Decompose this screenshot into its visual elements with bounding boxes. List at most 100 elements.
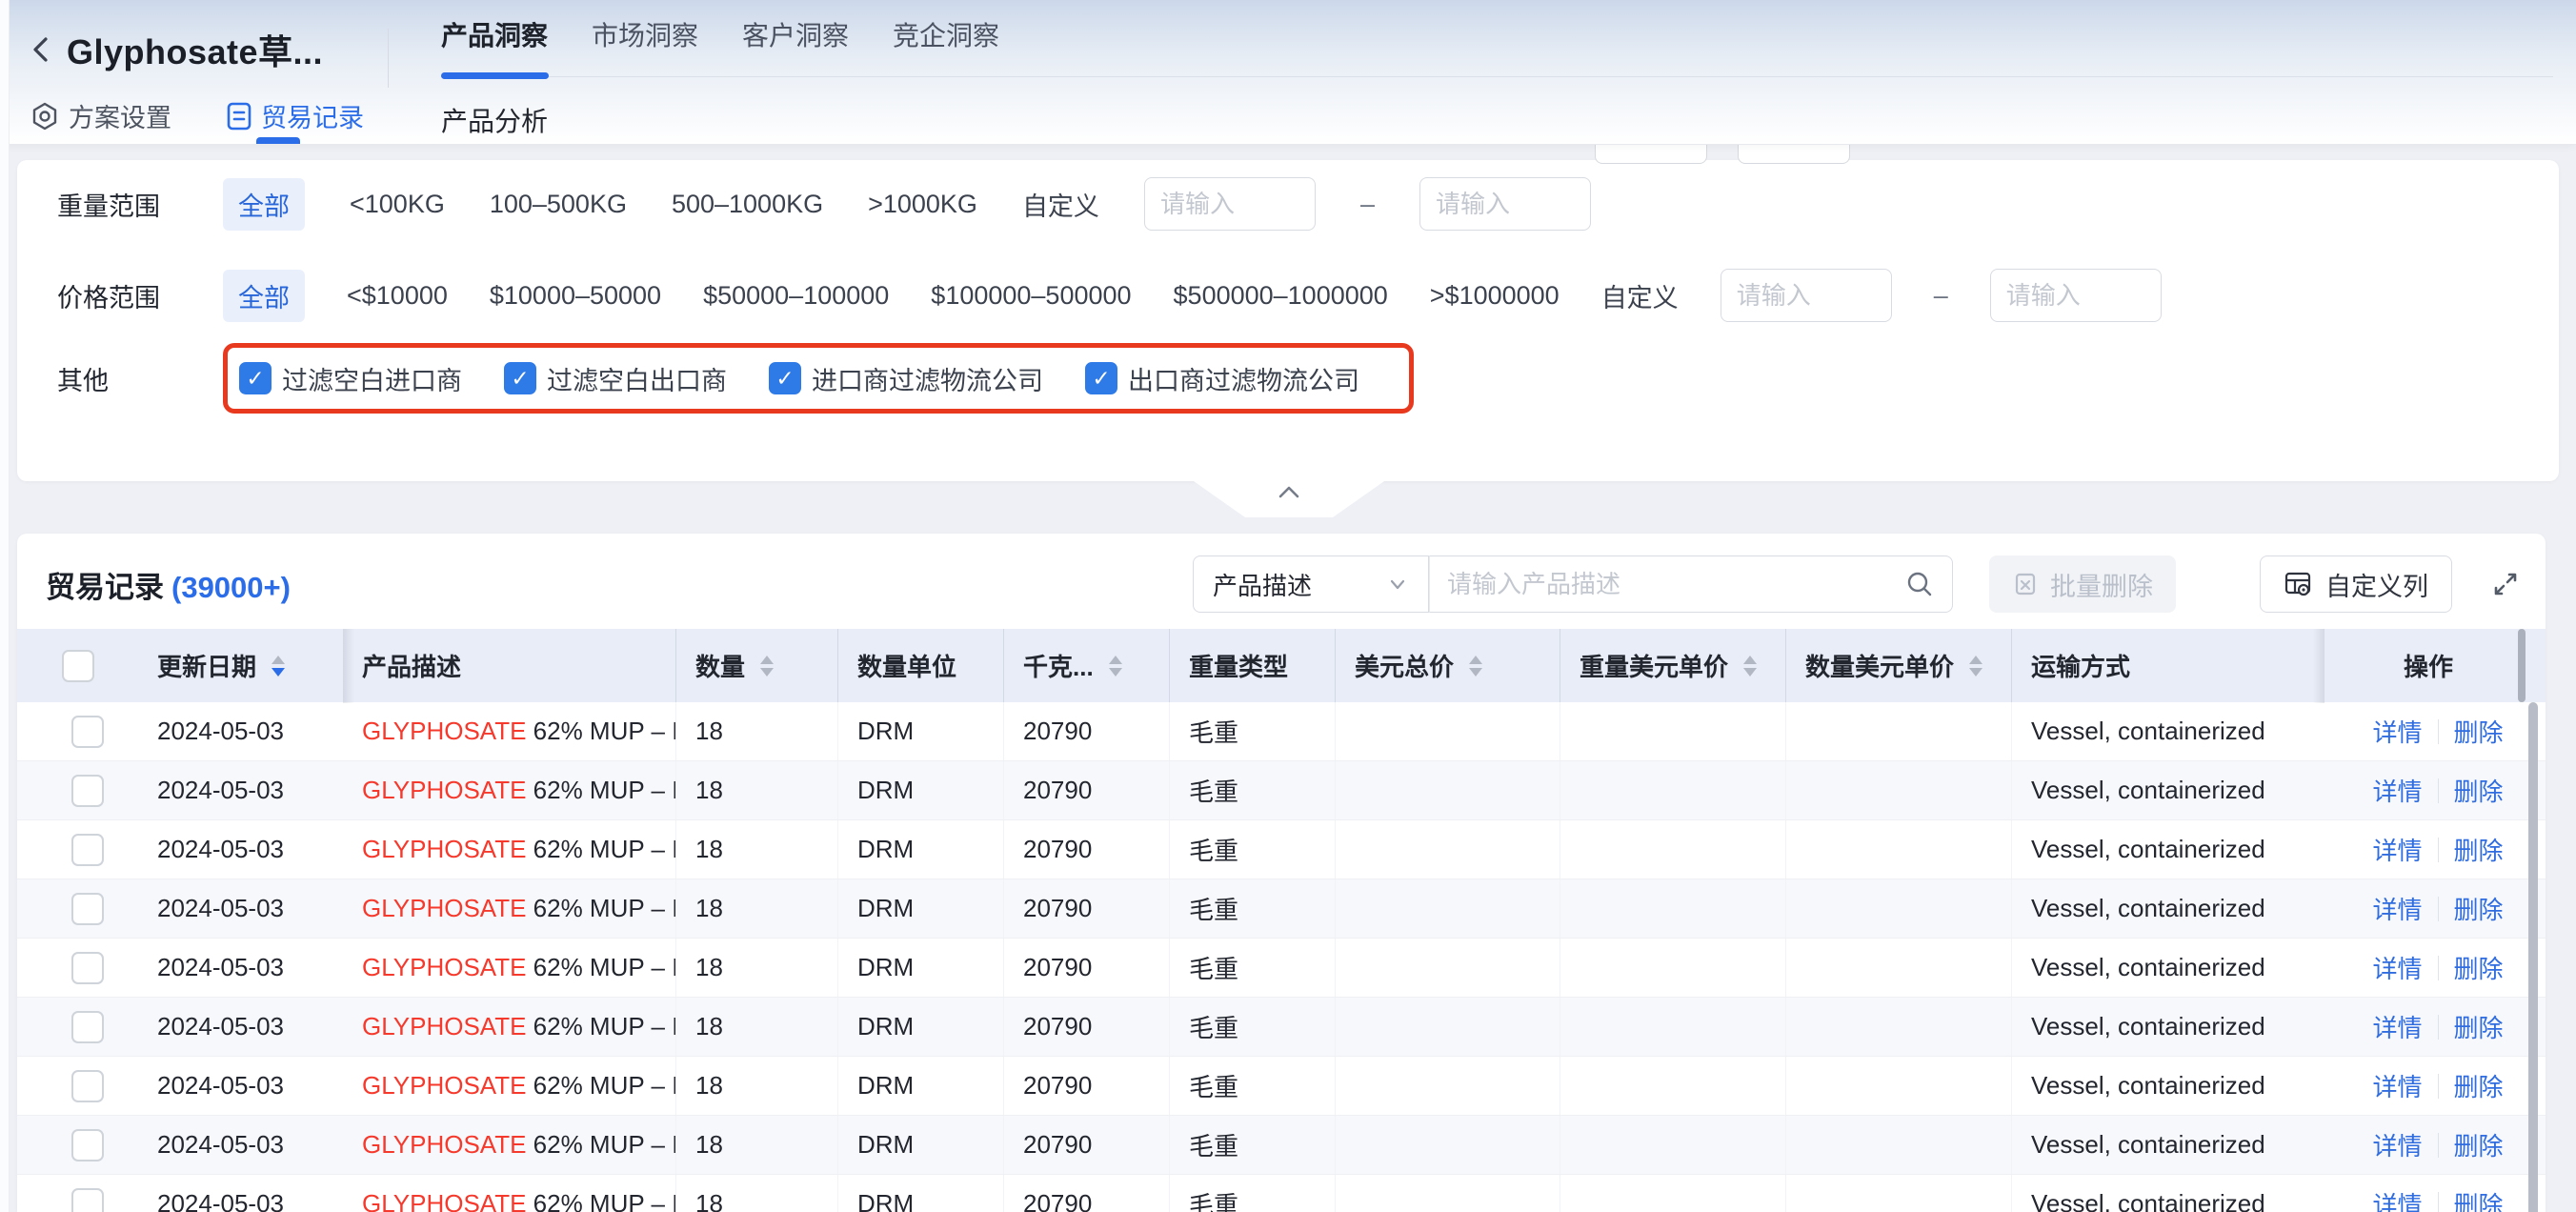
tab-customer-insight[interactable]: 客户洞察 [742,15,849,53]
row-checkbox[interactable] [71,1070,104,1102]
checkbox-checked-icon[interactable] [504,362,536,394]
search-icon[interactable] [1904,569,1935,599]
price-custom-min-input[interactable] [1721,269,1892,322]
column-header-usd_weight_unit[interactable]: 重量美元单价 [1560,629,1786,702]
detail-link[interactable]: 详情 [2372,891,2422,926]
detail-link[interactable]: 详情 [2372,1068,2422,1103]
price-option-all[interactable]: 全部 [223,270,305,322]
detail-link[interactable]: 详情 [2372,1186,2422,1212]
tab-competitor-insight[interactable]: 竞企洞察 [893,15,999,53]
checkbox-importer-filter-logistics[interactable]: 进口商过滤物流公司 [769,360,1043,397]
cell-text: 毛重 [1189,1186,1238,1212]
weight-option-100-500[interactable]: 100–500KG [490,190,627,219]
row-checkbox[interactable] [71,1188,104,1212]
row-checkbox[interactable] [71,1129,104,1162]
cell-usd_qty_unit [1786,879,2012,938]
price-option-5[interactable]: $500000–1000000 [1174,281,1388,311]
sort-icon[interactable] [1469,656,1482,677]
cell-date: 2024-05-03 [138,702,343,760]
detail-link[interactable]: 详情 [2372,832,2422,867]
checkbox-filter-blank-exporter[interactable]: 过滤空白出口商 [504,360,727,397]
delete-link[interactable]: 删除 [2454,1068,2504,1103]
tab-market-insight[interactable]: 市场洞察 [592,15,698,53]
weight-custom-min-input[interactable] [1144,177,1316,231]
batch-delete-button[interactable]: 批量删除 [1989,556,2176,613]
cell-usd_total [1336,1057,1560,1115]
column-label: 数量单位 [857,648,956,683]
delete-link[interactable]: 删除 [2454,950,2504,985]
weight-option-500-1000[interactable]: 500–1000KG [672,190,823,219]
cell-kg: 20790 [1004,820,1170,879]
delete-link[interactable]: 删除 [2454,832,2504,867]
price-option-1[interactable]: <$10000 [347,281,448,311]
sort-icon[interactable] [1969,656,1982,677]
column-header-kg[interactable]: 千克... [1004,629,1170,702]
price-option-4[interactable]: $100000–500000 [931,281,1131,311]
collapse-filter-handle[interactable] [1194,481,1384,517]
row-checkbox[interactable] [71,716,104,748]
detail-link[interactable]: 详情 [2372,714,2422,749]
sort-icon[interactable] [1743,656,1757,677]
row-checkbox[interactable] [71,893,104,925]
price-custom-max-input[interactable] [1990,269,2162,322]
detail-link[interactable]: 详情 [2372,773,2422,808]
subnav-item-trade-records[interactable]: 贸易记录 [227,97,364,134]
filter-row-weight-range: 重量范围 全部 <100KG 100–500KG 500–1000KG >100… [57,173,2530,234]
weight-option-gt1000[interactable]: >1000KG [868,190,977,219]
delete-link[interactable]: 删除 [2454,773,2504,808]
row-checkbox[interactable] [71,775,104,807]
row-checkbox[interactable] [71,834,104,866]
clipped-input-box [1595,143,1707,164]
cell-text: 20790 [1023,1130,1092,1160]
weight-custom-max-input[interactable] [1419,177,1591,231]
sort-icon[interactable] [272,656,285,677]
delete-link[interactable]: 删除 [2454,714,2504,749]
tab-product-analysis[interactable]: 产品分析 [441,101,548,139]
search-input[interactable] [1447,570,1904,599]
column-header-usd_total[interactable]: 美元总价 [1336,629,1560,702]
row-checkbox[interactable] [71,1011,104,1043]
action-divider [2438,1133,2439,1158]
checkbox-checked-icon[interactable] [769,362,801,394]
cell-transport: Vessel, containerized [2012,761,2324,819]
custom-columns-button[interactable]: 自定义列 [2260,556,2452,613]
select-all-checkbox[interactable] [62,650,94,682]
column-header-usd_qty_unit[interactable]: 数量美元单价 [1786,629,2012,702]
cell-transport: Vessel, containerized [2012,939,2324,997]
search-field-select[interactable]: 产品描述 [1193,556,1429,613]
price-option-2[interactable]: $10000–50000 [490,281,661,311]
cell-transport: Vessel, containerized [2012,1057,2324,1115]
checkbox-checked-icon[interactable] [1085,362,1117,394]
price-option-3[interactable]: $50000–100000 [703,281,889,311]
detail-link[interactable]: 详情 [2372,1009,2422,1044]
cell-usd_qty_unit [1786,702,2012,760]
column-label: 千克... [1023,648,1094,683]
cell-actions: 详情删除 [2324,1116,2532,1174]
cell-text: 18 [695,1012,723,1041]
delete-link[interactable]: 删除 [2454,891,2504,926]
row-checkbox-cell [17,1175,138,1212]
back-button[interactable] [27,32,55,67]
row-checkbox[interactable] [71,952,104,984]
column-header-date[interactable]: 更新日期 [138,629,343,702]
subnav-item-plan-settings[interactable]: 方案设置 [30,97,171,134]
delete-link[interactable]: 删除 [2454,1186,2504,1212]
detail-link[interactable]: 详情 [2372,950,2422,985]
checkbox-checked-icon[interactable] [239,362,272,394]
price-option-6[interactable]: >$1000000 [1430,281,1560,311]
tab-product-insight[interactable]: 产品洞察 [441,15,548,53]
weight-option-lt100[interactable]: <100KG [350,190,445,219]
delete-link[interactable]: 删除 [2454,1127,2504,1162]
weight-option-all[interactable]: 全部 [223,178,305,231]
sort-icon[interactable] [760,656,774,677]
vertical-scrollbar[interactable] [2528,702,2538,1212]
cell-text: DRM [857,776,914,805]
sort-icon[interactable] [1109,656,1122,677]
column-header-qty[interactable]: 数量 [676,629,838,702]
delete-link[interactable]: 删除 [2454,1009,2504,1044]
detail-link[interactable]: 详情 [2372,1127,2422,1162]
fullscreen-expand-button[interactable] [2486,565,2525,603]
tab-baseline [441,76,2553,77]
checkbox-exporter-filter-logistics[interactable]: 出口商过滤物流公司 [1085,360,1359,397]
checkbox-filter-blank-importer[interactable]: 过滤空白进口商 [239,360,462,397]
